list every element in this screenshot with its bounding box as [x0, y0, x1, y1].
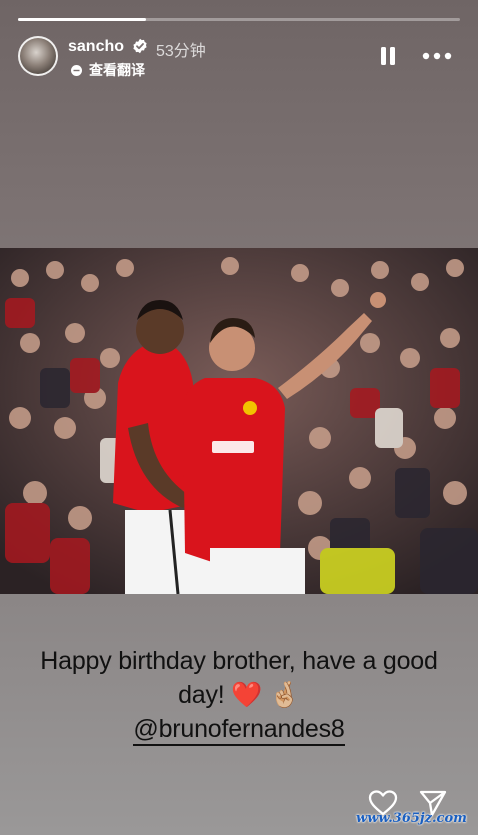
avatar[interactable] — [18, 36, 58, 76]
verified-badge-icon — [133, 38, 147, 54]
site-watermark: www.365jz.com — [356, 811, 467, 826]
mention-link[interactable]: @brunofernandes8 — [133, 714, 345, 746]
caption-line-2-text: day! — [178, 681, 225, 709]
story-caption: Happy birthday brother, have a good day!… — [20, 644, 458, 746]
celebration-photo-illustration — [0, 248, 478, 594]
story-progress-fill — [18, 18, 147, 21]
caption-line-1: Happy birthday brother, have a good — [40, 647, 438, 675]
translate-dot-icon — [71, 64, 82, 76]
username[interactable]: sancho — [68, 38, 124, 56]
more-horizontal-icon[interactable] — [422, 52, 452, 60]
see-translation-button[interactable]: 查看翻译 — [70, 60, 145, 80]
story-viewer: sancho 53分钟 查看翻译 Happy birthday brother,… — [0, 0, 478, 835]
story-progress-bar — [18, 18, 460, 21]
caption-line-2: day! ❤️ 🤞🏼 — [20, 678, 458, 712]
story-timestamp: 53分钟 — [156, 43, 206, 60]
story-photo — [0, 248, 478, 594]
crossed-fingers-emoji: 🤞🏼 — [268, 681, 300, 709]
red-heart-emoji: ❤️ — [231, 681, 263, 709]
pause-icon[interactable] — [380, 46, 396, 66]
caption-line-3: @brunofernandes8 — [20, 712, 458, 746]
story-header: sancho 53分钟 查看翻译 — [18, 34, 460, 78]
see-translation-label: 查看翻译 — [89, 62, 145, 78]
